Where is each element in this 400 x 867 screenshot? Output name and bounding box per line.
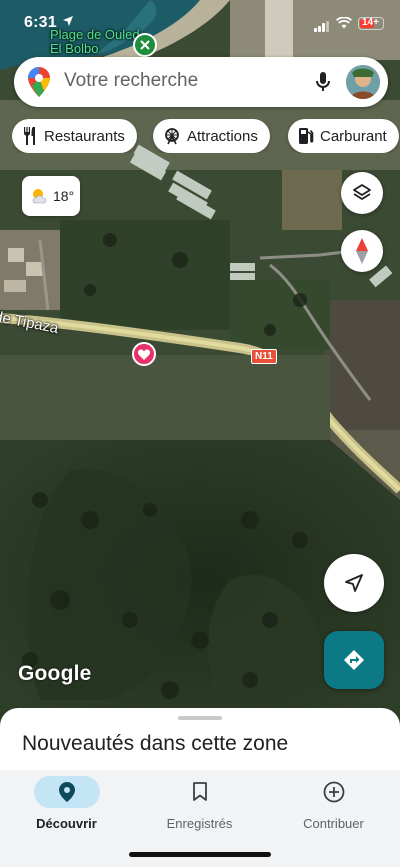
bookmark-icon: [192, 782, 207, 801]
nav-label: Contribuer: [303, 816, 364, 831]
battery-icon: 14+: [358, 16, 384, 30]
directions-button[interactable]: [324, 631, 384, 689]
chip-label: Attractions: [187, 127, 258, 145]
wifi-icon: [336, 17, 352, 29]
weather-widget[interactable]: 18°: [22, 176, 80, 216]
my-location-button[interactable]: [324, 554, 384, 612]
google-maps-pin-icon: [28, 67, 50, 97]
search-input[interactable]: Votre recherche: [64, 70, 198, 92]
cellular-signal-icon: [314, 14, 330, 32]
nav-label: Enregistrés: [166, 816, 233, 831]
sheet-drag-handle[interactable]: [178, 716, 222, 720]
partly-cloudy-icon: [32, 189, 47, 204]
chip-carburant[interactable]: Carburant: [288, 119, 399, 153]
ferris-wheel-icon: [165, 128, 179, 145]
chip-label: Restaurants: [44, 127, 125, 145]
nav-label: Découvrir: [36, 816, 97, 831]
category-chips: Restaurants Attractions Carburant: [12, 119, 400, 153]
compass-button[interactable]: [341, 230, 383, 272]
home-indicator[interactable]: [129, 852, 271, 857]
layers-button[interactable]: [341, 172, 383, 214]
chip-attractions[interactable]: Attractions: [153, 119, 270, 153]
search-bar[interactable]: Votre recherche: [14, 57, 388, 107]
nav-item-decouvrir[interactable]: Découvrir: [0, 770, 133, 840]
heart-icon[interactable]: [132, 342, 156, 366]
chip-label: Carburant: [320, 127, 387, 145]
weather-temperature: 18°: [53, 188, 75, 204]
microphone-icon[interactable]: [310, 69, 336, 95]
location-arrow-icon: [63, 16, 73, 26]
nav-item-contribuer[interactable]: Contribuer: [267, 770, 400, 840]
chip-restaurants[interactable]: Restaurants: [12, 119, 137, 153]
battery-label: 14+: [362, 16, 379, 28]
navigation-arrow-icon: [345, 574, 363, 592]
road-shield: N11: [251, 349, 277, 364]
sheet-title: Nouveautés dans cette zone: [22, 732, 289, 755]
layers-icon: [353, 184, 371, 200]
compass-icon: [356, 238, 368, 264]
location-pin-icon: [58, 782, 75, 802]
nav-item-enregistres[interactable]: Enregistrés: [133, 770, 266, 840]
pharmacy-icon[interactable]: [133, 33, 157, 57]
add-circle-icon: [323, 781, 344, 803]
user-avatar[interactable]: [346, 65, 380, 99]
google-attribution: Google: [18, 662, 92, 685]
directions-icon: [344, 650, 364, 670]
gas-pump-icon: [299, 128, 314, 144]
fork-knife-icon: [24, 127, 35, 145]
